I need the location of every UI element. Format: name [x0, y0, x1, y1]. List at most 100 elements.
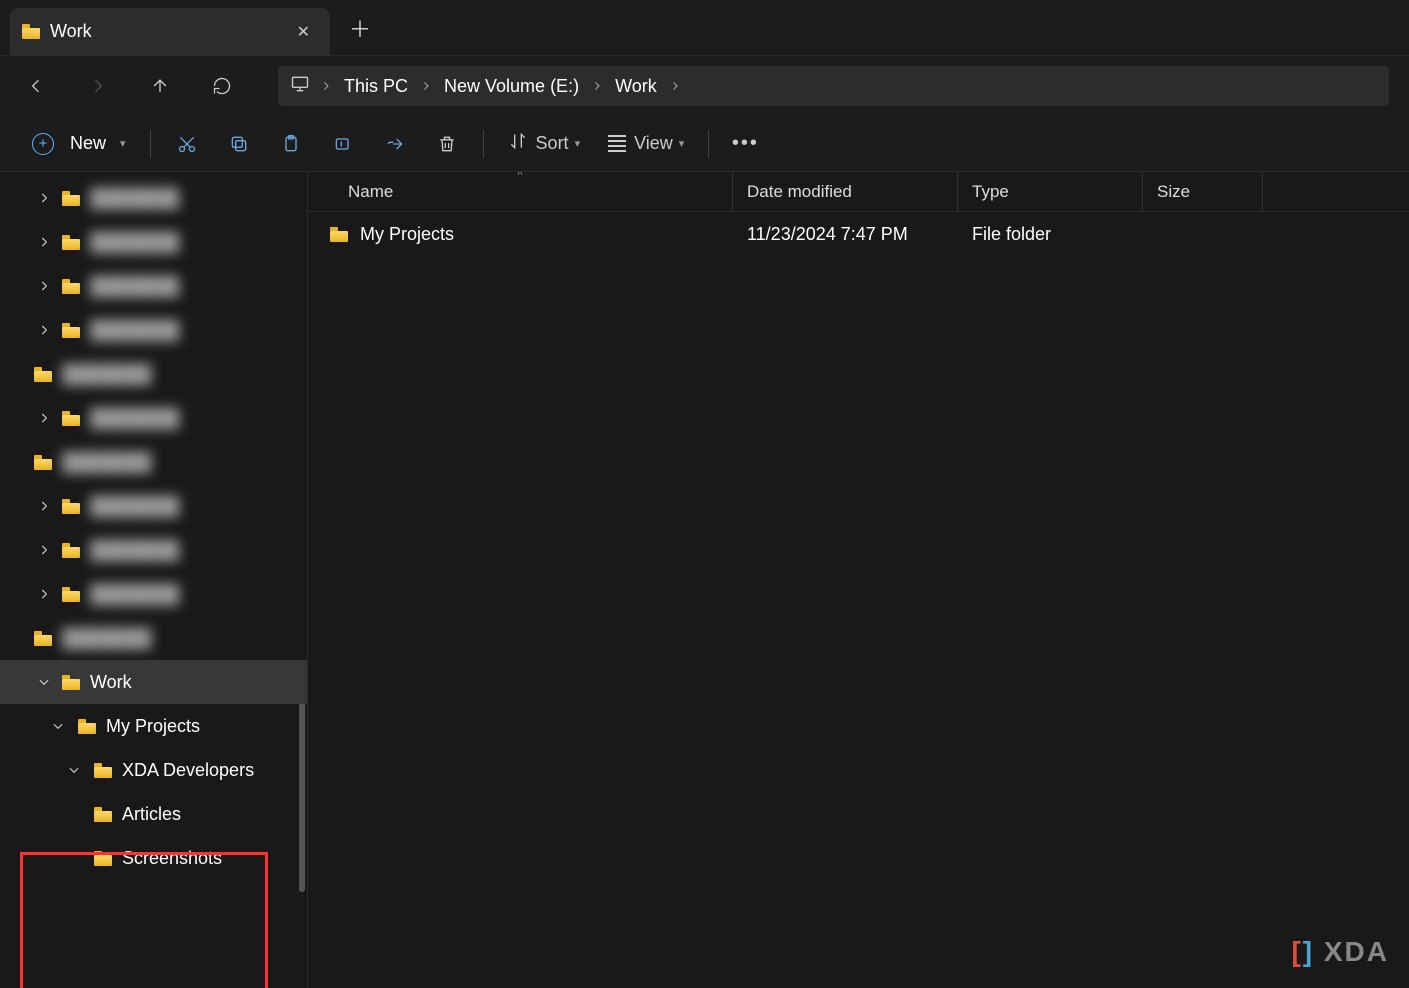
sidebar-item[interactable]: ███████ [0, 264, 307, 308]
sidebar-item[interactable]: ███████ [0, 484, 307, 528]
column-header-size[interactable]: Size [1143, 172, 1263, 211]
refresh-button[interactable] [206, 70, 238, 102]
header-size-label: Size [1157, 182, 1190, 202]
breadcrumb-item[interactable]: This PC [336, 72, 416, 101]
chevron-right-icon[interactable] [34, 323, 54, 337]
folder-icon [62, 675, 80, 690]
sidebar-item[interactable]: ███████ [0, 352, 307, 396]
sidebar-item-label: ███████ [90, 496, 179, 517]
watermark-text: XDA [1324, 936, 1389, 968]
tab-title: Work [50, 21, 289, 42]
share-button[interactable] [371, 124, 419, 164]
new-tab-button[interactable]: ＋ [340, 8, 380, 48]
chevron-down-icon: ▾ [575, 137, 581, 150]
sidebar: ████████████████████████████████████████… [0, 172, 308, 988]
view-icon [608, 135, 626, 152]
cut-button[interactable] [163, 124, 211, 164]
chevron-right-icon[interactable] [316, 80, 336, 92]
sidebar-item-label: ███████ [90, 540, 179, 561]
folder-icon [330, 227, 348, 242]
sidebar-item[interactable]: ███████ [0, 440, 307, 484]
chevron-right-icon[interactable] [34, 235, 54, 249]
sort-button[interactable]: Sort ▾ [496, 124, 593, 164]
separator [150, 130, 151, 158]
sidebar-item[interactable]: Work [0, 660, 307, 704]
tab-active[interactable]: Work ✕ [10, 8, 330, 56]
sidebar-item-label: ███████ [90, 584, 179, 605]
sidebar-item[interactable]: ███████ [0, 528, 307, 572]
chevron-right-icon[interactable] [665, 80, 685, 92]
column-header-name[interactable]: Name ˄ [308, 172, 733, 211]
sort-label: Sort [536, 133, 569, 154]
column-header-type[interactable]: Type [958, 172, 1143, 211]
sidebar-item-label: ███████ [90, 188, 179, 209]
sidebar-item[interactable]: Articles [0, 792, 307, 836]
close-icon[interactable]: ✕ [289, 18, 318, 46]
chevron-right-icon[interactable] [34, 499, 54, 513]
header-type-label: Type [972, 182, 1009, 202]
folder-icon [62, 279, 80, 294]
new-label: New [70, 133, 106, 154]
chevron-right-icon[interactable] [416, 80, 436, 92]
paste-button[interactable] [267, 124, 315, 164]
chevron-right-icon[interactable] [587, 80, 607, 92]
address-bar[interactable]: This PC New Volume (E:) Work [278, 66, 1389, 106]
sort-indicator-icon: ˄ [517, 172, 523, 179]
delete-button[interactable] [423, 124, 471, 164]
sidebar-item[interactable]: ███████ [0, 572, 307, 616]
column-header-date[interactable]: Date modified [733, 172, 958, 211]
sidebar-item-label: ███████ [62, 452, 151, 473]
forward-button[interactable] [82, 70, 114, 102]
folder-icon [78, 719, 96, 734]
chevron-down-icon[interactable] [34, 675, 54, 689]
chevron-down-icon[interactable] [48, 719, 68, 733]
chevron-right-icon[interactable] [34, 191, 54, 205]
sidebar-item[interactable]: XDA Developers [0, 748, 307, 792]
folder-icon [22, 24, 40, 39]
header-date-label: Date modified [747, 182, 852, 202]
sidebar-item[interactable]: ███████ [0, 616, 307, 660]
folder-icon [34, 631, 52, 646]
sidebar-item-label: Work [90, 672, 132, 693]
chevron-down-icon: ▾ [679, 137, 685, 150]
copy-button[interactable] [215, 124, 263, 164]
view-label: View [634, 133, 673, 154]
up-button[interactable] [144, 70, 176, 102]
chevron-right-icon[interactable] [34, 411, 54, 425]
sidebar-item[interactable]: My Projects [0, 704, 307, 748]
sort-icon [508, 131, 528, 156]
sidebar-item[interactable]: ███████ [0, 396, 307, 440]
folder-icon [62, 499, 80, 514]
folder-icon [62, 543, 80, 558]
more-button[interactable]: ••• [721, 124, 769, 164]
sidebar-item[interactable]: ███████ [0, 176, 307, 220]
chevron-right-icon[interactable] [34, 543, 54, 557]
chevron-down-icon[interactable] [64, 763, 84, 777]
sidebar-item-label: My Projects [106, 716, 200, 737]
sidebar-item-label: ███████ [90, 276, 179, 297]
sidebar-item-label: ███████ [90, 408, 179, 429]
breadcrumb-item[interactable]: New Volume (E:) [436, 72, 587, 101]
sidebar-item[interactable]: ███████ [0, 220, 307, 264]
breadcrumb-item[interactable]: Work [607, 72, 665, 101]
chevron-right-icon[interactable] [34, 279, 54, 293]
watermark: [] XDA [1291, 936, 1389, 968]
toolbar: + New ▾ Sort ▾ View ▾ ••• [0, 116, 1409, 172]
sidebar-item-label: ███████ [62, 628, 151, 649]
folder-icon [34, 455, 52, 470]
folder-icon [62, 411, 80, 426]
folder-icon [34, 367, 52, 382]
view-button[interactable]: View ▾ [596, 124, 696, 164]
folder-icon [62, 323, 80, 338]
chevron-right-icon[interactable] [34, 587, 54, 601]
sidebar-item-label: ███████ [90, 232, 179, 253]
sidebar-item[interactable]: ███████ [0, 308, 307, 352]
chevron-down-icon: ▾ [120, 137, 126, 150]
new-button[interactable]: + New ▾ [20, 124, 138, 164]
main-content: Name ˄ Date modified Type Size My Projec… [308, 172, 1409, 988]
rename-button[interactable] [319, 124, 367, 164]
back-button[interactable] [20, 70, 52, 102]
tabs-bar: Work ✕ ＋ [0, 0, 1409, 56]
file-row[interactable]: My Projects11/23/2024 7:47 PMFile folder [308, 212, 1409, 256]
sidebar-item[interactable]: Screenshots [0, 836, 307, 880]
